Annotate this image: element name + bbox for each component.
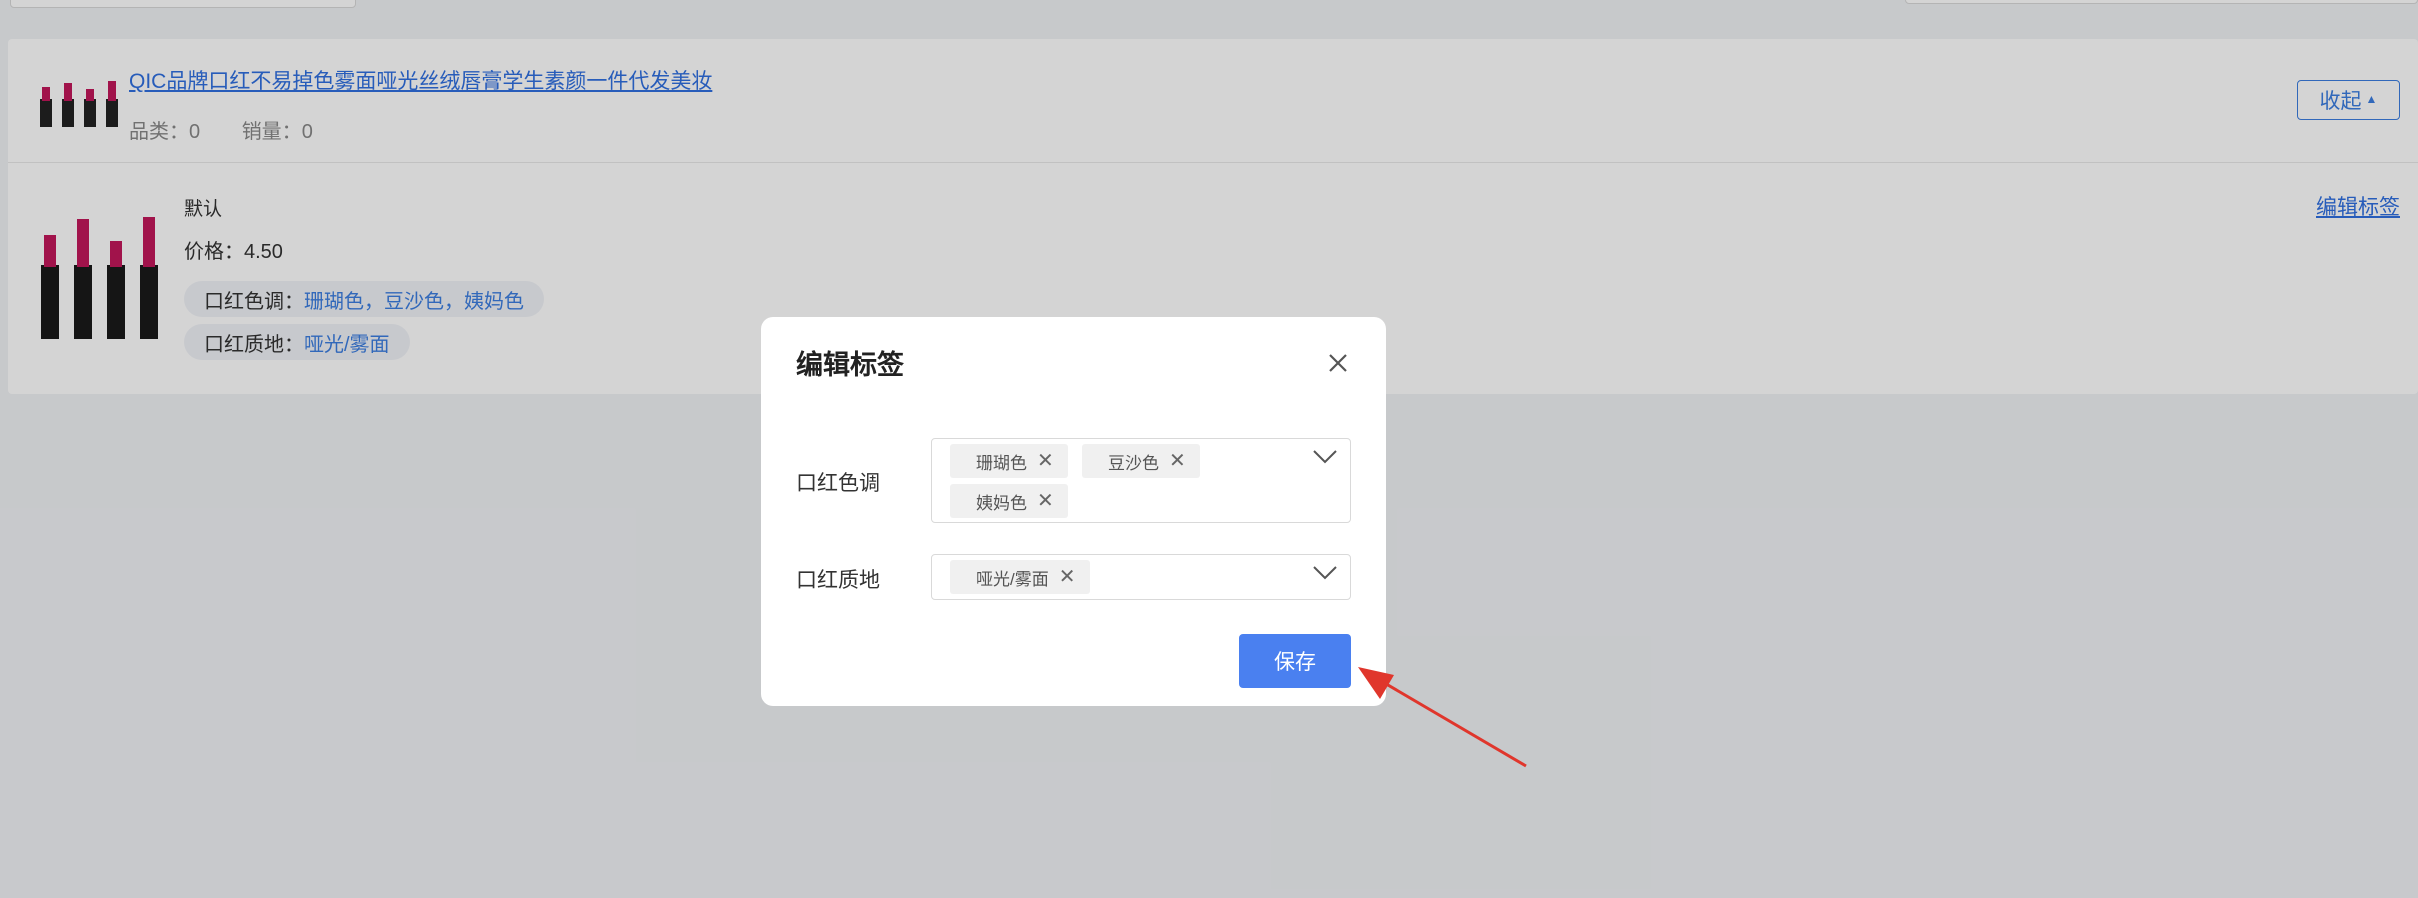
save-button[interactable]: 保存 [1239,634,1351,688]
annotation-arrow [1358,667,1527,768]
texture-select[interactable]: 哑光/雾面 ✕ [931,554,1351,600]
chip: 姨妈色 ✕ [950,484,1068,518]
chip-remove-icon[interactable]: ✕ [1037,451,1054,471]
modal-title: 编辑标签 [796,350,904,380]
chevron-down-icon[interactable] [1312,449,1338,465]
edit-tags-modal: 编辑标签 口红色调 珊瑚色 ✕ 豆沙色 ✕ 姨妈色 ✕ 口红质地 哑光/雾面 ✕… [761,317,1386,706]
chip: 豆沙色 ✕ [1082,444,1200,478]
chip-remove-icon[interactable]: ✕ [1059,567,1076,587]
chip: 珊瑚色 ✕ [950,444,1068,478]
chip-label: 豆沙色 [1108,453,1159,473]
chip-remove-icon[interactable]: ✕ [1037,491,1054,511]
chip-label: 姨妈色 [976,493,1027,513]
chevron-down-icon[interactable] [1312,565,1338,581]
chip: 哑光/雾面 ✕ [950,560,1090,594]
chip-label: 哑光/雾面 [976,569,1049,589]
color-tone-select[interactable]: 珊瑚色 ✕ 豆沙色 ✕ 姨妈色 ✕ [931,438,1351,523]
field-label-color: 口红色调 [796,472,880,495]
field-label-texture: 口红质地 [796,569,880,592]
close-icon[interactable] [1324,349,1352,377]
chip-remove-icon[interactable]: ✕ [1169,451,1186,471]
chip-label: 珊瑚色 [976,453,1027,473]
